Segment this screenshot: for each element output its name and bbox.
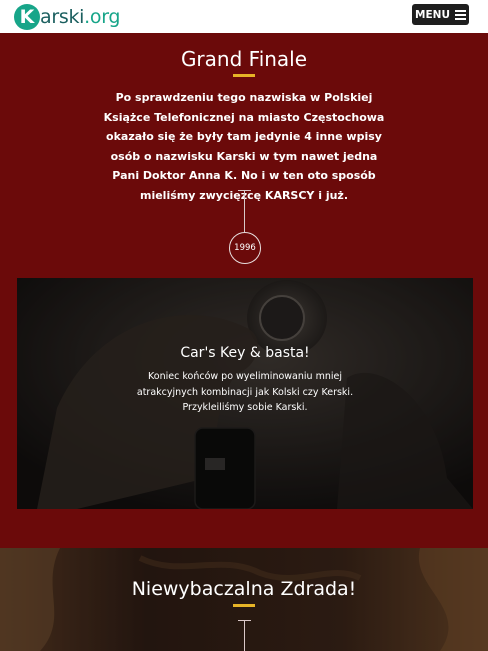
site-header: K arski .org MENU — [0, 0, 488, 33]
menu-button[interactable]: MENU — [412, 4, 469, 25]
timeline-line — [244, 190, 245, 232]
next-section-title: Niewybaczalna Zdrada! — [131, 578, 357, 600]
card-text: Koniec końców po wyeliminowaniu mniej at… — [136, 371, 354, 413]
section-title: Grand Finale — [180, 47, 308, 71]
logo-k-badge: K — [14, 4, 40, 30]
section-paragraph: Po sprawdzeniu tego nazwiska w Polskiej … — [103, 91, 385, 202]
title-underline — [233, 74, 255, 77]
hamburger-icon — [454, 9, 466, 20]
card-title: Car's Key & basta! — [180, 345, 310, 361]
next-timeline-line — [244, 620, 245, 651]
next-title-underline — [233, 604, 255, 607]
story-card: Car's Key & basta! Koniec końców po wyel… — [17, 278, 473, 509]
site-logo[interactable]: K arski .org — [14, 2, 120, 32]
logo-name: arski — [40, 6, 85, 28]
year-label: 1996 — [234, 243, 256, 253]
year-badge: 1996 — [229, 232, 261, 264]
logo-tld: .org — [84, 6, 121, 28]
menu-label: MENU — [415, 8, 450, 21]
next-section: Niewybaczalna Zdrada! — [0, 548, 488, 651]
